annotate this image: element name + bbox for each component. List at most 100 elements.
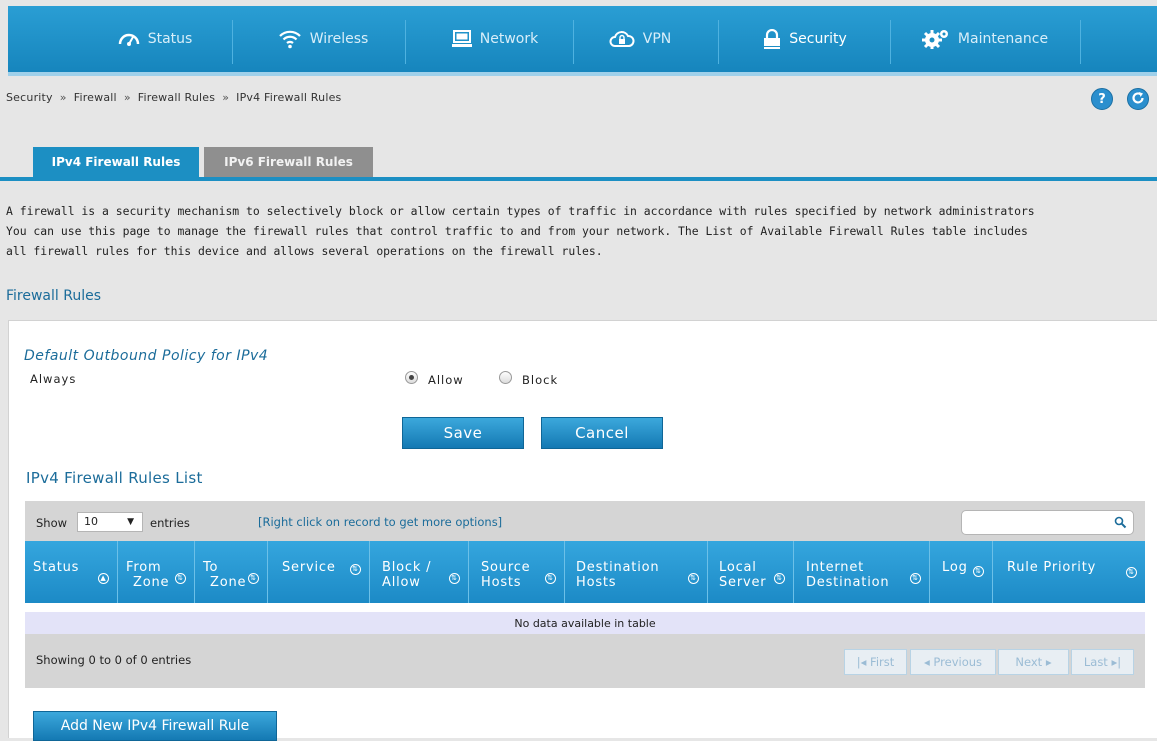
column-header-log[interactable]: Log ⇅ bbox=[930, 541, 993, 603]
nav-item-wireless[interactable]: Wireless bbox=[248, 6, 398, 72]
column-header-from-zone[interactable]: From Zone ⇅ bbox=[118, 541, 195, 603]
refresh-button[interactable] bbox=[1127, 88, 1149, 110]
nav-divider bbox=[232, 20, 233, 64]
sort-icon: ⇅ bbox=[350, 564, 361, 575]
cancel-button[interactable]: Cancel bbox=[541, 417, 663, 449]
breadcrumb-separator: » bbox=[123, 91, 131, 104]
nav-label-security: Security bbox=[789, 31, 847, 47]
nav-item-network[interactable]: Network bbox=[420, 6, 570, 72]
nav-item-status[interactable]: Status bbox=[91, 6, 219, 72]
column-header-source-hosts[interactable]: Source Hosts ⇅ bbox=[469, 541, 565, 603]
nav-divider bbox=[1080, 20, 1081, 64]
sort-icon: ⇅ bbox=[688, 573, 699, 584]
empty-table-message: No data available in table bbox=[25, 612, 1145, 634]
nav-item-vpn[interactable]: VPN bbox=[580, 6, 700, 72]
section-title: Firewall Rules bbox=[6, 288, 102, 304]
column-header-label: To Zone bbox=[203, 560, 247, 590]
intro-line: A firewall is a security mechanism to se… bbox=[6, 204, 1035, 218]
last-page-icon: ▸| bbox=[1107, 655, 1122, 669]
column-header-rule-priority[interactable]: Rule Priority ⇅ bbox=[993, 541, 1145, 603]
save-button[interactable]: Save bbox=[402, 417, 524, 449]
pagination-last-button[interactable]: Last ▸| bbox=[1071, 649, 1134, 675]
column-header-internet-destination[interactable]: Internet Destination ⇅ bbox=[794, 541, 930, 603]
search-icon bbox=[1114, 516, 1127, 532]
nav-divider bbox=[405, 20, 406, 64]
column-header-label: Source Hosts bbox=[481, 560, 531, 590]
intro-text: A firewall is a security mechanism to se… bbox=[6, 201, 1156, 261]
nav-item-maintenance[interactable]: Maintenance bbox=[905, 6, 1065, 72]
entries-select-value: 10 bbox=[84, 515, 98, 528]
cloud-lock-icon bbox=[609, 29, 635, 49]
column-header-service[interactable]: Service ⇅ bbox=[268, 541, 370, 603]
list-title: IPv4 Firewall Rules List bbox=[26, 469, 203, 487]
column-header-block-allow[interactable]: Block / Allow ⇅ bbox=[370, 541, 469, 603]
column-header-label: Destination Hosts bbox=[576, 560, 660, 590]
context-hint: [Right click on record to get more optio… bbox=[258, 515, 503, 529]
monitor-icon bbox=[451, 30, 472, 48]
block-radio-label[interactable]: Block bbox=[522, 373, 558, 387]
tab-ipv6-firewall-rules[interactable]: IPv6 Firewall Rules bbox=[204, 147, 373, 177]
breadcrumb: Security » Firewall » Firewall Rules » IPv4 Fi… bbox=[6, 91, 341, 104]
column-header-to-zone[interactable]: To Zone ⇅ bbox=[195, 541, 268, 603]
gauge-icon bbox=[118, 30, 140, 48]
breadcrumb-item[interactable]: Firewall Rules bbox=[138, 91, 215, 104]
column-header-status[interactable]: Status ▲ bbox=[25, 541, 118, 603]
first-page-icon: |◂ bbox=[856, 655, 871, 669]
wifi-icon bbox=[278, 29, 302, 49]
sort-icon: ⇅ bbox=[248, 573, 259, 584]
sort-icon: ⇅ bbox=[910, 573, 921, 584]
nav-label-vpn: VPN bbox=[642, 31, 672, 47]
sort-icon: ⇅ bbox=[545, 573, 556, 584]
column-header-local-server[interactable]: Local Server ⇅ bbox=[708, 541, 794, 603]
breadcrumb-item[interactable]: Security bbox=[6, 91, 53, 104]
column-header-label: Service bbox=[282, 560, 336, 575]
sort-icon: ⇅ bbox=[774, 573, 785, 584]
lock-icon bbox=[763, 29, 781, 49]
pagination-first-button[interactable]: |◂ First bbox=[844, 649, 907, 675]
block-radio[interactable] bbox=[499, 371, 512, 384]
nav-label-wireless: Wireless bbox=[309, 31, 369, 47]
policy-title: Default Outbound Policy for IPv4 bbox=[24, 348, 269, 364]
column-header-label: Log bbox=[942, 560, 968, 575]
column-header-label: Status bbox=[33, 560, 80, 575]
column-header-label: Internet Destination bbox=[806, 560, 890, 590]
nav-label-maintenance: Maintenance bbox=[957, 31, 1049, 47]
column-header-label: Block / Allow bbox=[382, 560, 432, 590]
nav-divider bbox=[573, 20, 574, 64]
refresh-icon bbox=[1131, 91, 1145, 108]
pagination-next-button[interactable]: Next ▸ bbox=[998, 649, 1069, 675]
policy-label: Always bbox=[30, 372, 77, 386]
breadcrumb-current: IPv4 Firewall Rules bbox=[236, 91, 342, 104]
gears-icon bbox=[921, 29, 950, 49]
tabs-underline bbox=[0, 177, 1157, 181]
help-button[interactable]: ? bbox=[1091, 88, 1113, 110]
sort-icon: ⇅ bbox=[175, 573, 186, 584]
breadcrumb-separator: » bbox=[59, 91, 67, 104]
breadcrumb-item[interactable]: Firewall bbox=[74, 91, 117, 104]
sort-icon: ⇅ bbox=[449, 573, 460, 584]
column-header-label: From Zone bbox=[126, 560, 170, 590]
sort-asc-icon: ▲ bbox=[98, 573, 109, 584]
nav-divider bbox=[718, 20, 719, 64]
allow-radio[interactable] bbox=[405, 371, 418, 384]
search-input[interactable] bbox=[961, 510, 1134, 535]
add-firewall-rule-button[interactable]: Add New IPv4 Firewall Rule bbox=[33, 711, 277, 741]
column-header-label: Local Server bbox=[719, 560, 767, 590]
breadcrumb-separator: » bbox=[222, 91, 230, 104]
column-header-destination-hosts[interactable]: Destination Hosts ⇅ bbox=[565, 541, 708, 603]
sort-icon: ⇅ bbox=[973, 566, 984, 577]
column-header-label: Rule Priority bbox=[1007, 560, 1097, 575]
entries-select[interactable]: 10 ▼ bbox=[77, 512, 143, 532]
top-nav-strip bbox=[8, 72, 1157, 76]
tab-ipv4-firewall-rules[interactable]: IPv4 Firewall Rules bbox=[33, 147, 199, 177]
pagination-previous-button[interactable]: ◂ Previous bbox=[910, 649, 996, 675]
nav-label-status: Status bbox=[147, 31, 193, 47]
intro-line: all firewall rules for this device and a… bbox=[6, 244, 603, 258]
intro-line: You can use this page to manage the fire… bbox=[6, 224, 1028, 238]
nav-item-security[interactable]: Security bbox=[730, 6, 880, 72]
nav-label-network: Network bbox=[479, 31, 539, 47]
show-label: Show bbox=[36, 516, 68, 530]
table-info: Showing 0 to 0 of 0 entries bbox=[36, 653, 192, 667]
allow-radio-label[interactable]: Allow bbox=[428, 373, 464, 387]
next-page-icon: ▸ bbox=[1042, 655, 1052, 669]
